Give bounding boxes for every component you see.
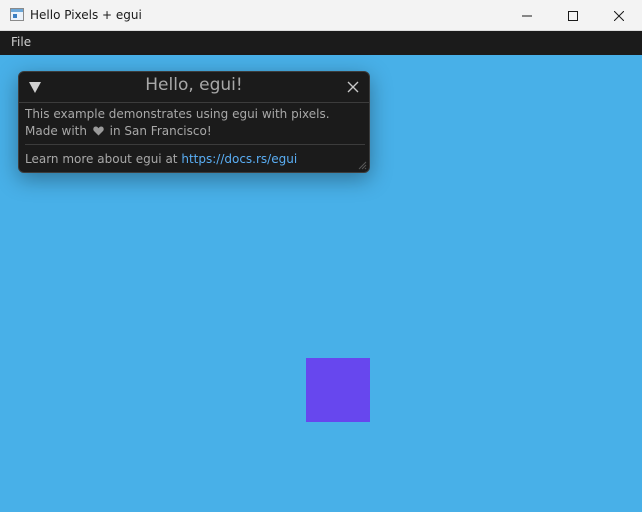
close-icon (614, 10, 624, 21)
egui-window-title[interactable]: Hello, egui! (19, 75, 369, 95)
description-line: This example demonstrates using egui wit… (25, 107, 330, 121)
title-divider (19, 102, 369, 103)
app-icon (10, 8, 24, 21)
close-button[interactable] (596, 0, 642, 31)
maximize-icon (568, 10, 578, 21)
made-with-prefix: Made with (25, 124, 87, 138)
close-icon[interactable] (347, 81, 359, 93)
made-with-line: Made with in San Francisco! (25, 124, 212, 138)
learn-more-prefix: Learn more about egui at (25, 152, 178, 166)
minimize-icon (522, 15, 532, 16)
menu-file[interactable]: File (11, 35, 31, 49)
maximize-button[interactable] (550, 0, 596, 31)
minimize-button[interactable] (504, 0, 550, 31)
content-divider (25, 144, 365, 145)
made-with-suffix: in San Francisco! (109, 124, 212, 138)
window-titlebar[interactable]: Hello Pixels + egui (0, 0, 642, 31)
egui-window[interactable]: Hello, egui! This example demonstrates u… (18, 71, 370, 173)
docs-link[interactable]: https://docs.rs/egui (181, 152, 297, 166)
moving-square (306, 358, 370, 422)
heart-icon (93, 126, 104, 136)
learn-more-line: Learn more about egui at https://docs.rs… (25, 152, 297, 166)
resize-grip-icon[interactable] (357, 160, 367, 170)
menubar: File (0, 31, 642, 55)
window-title: Hello Pixels + egui (30, 8, 142, 22)
